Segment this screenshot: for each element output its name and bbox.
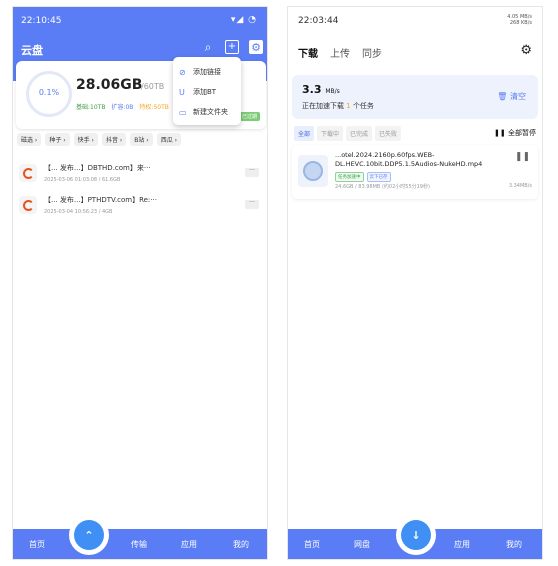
status-badge: 已过期 <box>238 112 260 121</box>
capacity-details: 基础:10TB 扩容:0B 特权:50TB <box>76 102 169 111</box>
tab-upload[interactable]: 上传 <box>330 45 350 60</box>
gear-icon[interactable]: ⚙ <box>520 43 532 58</box>
speed-card: 3.3 MB/s 正在加速下载 1 个任务 🗑 清空 <box>292 75 538 119</box>
menu-label: 添加BT <box>193 88 217 96</box>
file-meta: 2025-03-06 01:03:08 / 61.6GB <box>44 177 121 183</box>
usage-percent: 0.1% <box>38 88 60 97</box>
special-capacity: 特权:50TB <box>139 104 169 111</box>
nav-transfer[interactable]: 传输 <box>131 539 147 550</box>
more-icon[interactable]: ··· <box>245 200 259 209</box>
transfer-screen: 22:03:44 4.05 MB/s 268 KB/s 下载 上传 同步 ⚙ 3… <box>287 6 543 560</box>
trash-icon: 🗑 <box>497 92 508 101</box>
speed-description: 正在加速下载 1 个任务 <box>302 101 374 111</box>
status-time: 22:10:45 <box>21 16 62 26</box>
settings-icon[interactable]: ⚙ <box>249 40 263 54</box>
task-progress-meta: 24.6GB / 83.98MB (约02小时55分19秒) <box>335 184 430 190</box>
network-speed: 4.05 MB/s 268 KB/s <box>507 14 532 26</box>
chip-douyin[interactable]: 抖音 › <box>101 133 127 146</box>
transfer-tabs: 下载 上传 同步 <box>298 45 382 60</box>
accel-badge: 任务加速中 <box>335 172 364 182</box>
usage-ring: 0.1% <box>26 71 72 117</box>
video-thumbnail-icon <box>298 155 328 187</box>
basic-capacity: 基础:10TB <box>76 104 106 111</box>
link-icon: ⊘ <box>179 67 186 77</box>
download-icon: ↓ <box>401 520 431 550</box>
status-icons: ▾◢ ◔ <box>230 15 257 25</box>
search-icon[interactable]: ⌕ <box>201 40 215 54</box>
chip-kuaishou[interactable]: 快手 › <box>73 133 98 146</box>
file-type-icon <box>19 196 37 214</box>
tab-download[interactable]: 下载 <box>298 45 318 60</box>
tab-sync[interactable]: 同步 <box>362 45 382 60</box>
filter-completed[interactable]: 已完成 <box>346 126 373 141</box>
add-icon[interactable]: + <box>225 40 239 54</box>
filter-downloading[interactable]: 下载中 <box>317 126 344 141</box>
task-count: 1 <box>346 102 351 110</box>
expand-capacity: 扩容:0B <box>111 104 134 111</box>
cloud-icon: ⌃ <box>74 520 104 550</box>
status-time: 22:03:44 <box>298 16 339 26</box>
download-fab-button[interactable]: ↓ <box>396 515 436 555</box>
menu-label: 添加链接 <box>193 68 221 76</box>
filter-tabs: 全部 下载中 已完成 已失败 <box>294 126 402 141</box>
menu-add-link[interactable]: ⊘ 添加链接 <box>173 62 241 82</box>
menu-add-bt[interactable]: U 添加BT <box>173 82 241 102</box>
file-type-icon <box>19 164 37 182</box>
cloud-fab-button[interactable]: ⌃ <box>69 515 109 555</box>
bottom-nav: 首页 网盘 ↓ 应用 我的 <box>288 515 542 559</box>
filter-failed[interactable]: 已失败 <box>375 126 402 141</box>
chip-magnet[interactable]: 磁选 › <box>17 133 42 146</box>
task-rate: 3.34MB/s <box>508 183 532 189</box>
desc-suffix: 个任务 <box>352 102 374 110</box>
speed-value: 3.3 MB/s <box>302 83 340 96</box>
filter-all[interactable]: 全部 <box>294 126 315 141</box>
task-badges: 任务加速中 云下已存 <box>335 172 391 182</box>
nav-apps[interactable]: 应用 <box>454 539 470 550</box>
pause-all-button[interactable]: ❚❚ 全部暂停 <box>494 128 536 138</box>
speed-number: 3.3 <box>302 83 322 96</box>
chip-bilibili[interactable]: B站 › <box>130 133 153 146</box>
nav-apps[interactable]: 应用 <box>181 539 197 550</box>
task-name: ...otel.2024.2160p.60fps.WEB-DL.HEVC.10b… <box>335 151 483 168</box>
total-capacity: /60TB <box>141 82 165 91</box>
chip-seed[interactable]: 种子 › <box>45 133 70 146</box>
more-icon[interactable]: ··· <box>245 168 259 177</box>
page-title: 云盘 <box>21 44 43 57</box>
list-item[interactable]: 【... 发布...】PTHDTV.com】Re:··· 2025-03-04 … <box>19 193 263 221</box>
menu-label: 新建文件夹 <box>193 108 228 116</box>
download-task[interactable]: ...otel.2024.2160p.60fps.WEB-DL.HEVC.10b… <box>292 145 538 199</box>
add-menu: ⊘ 添加链接 U 添加BT ▭ 新建文件夹 <box>173 57 241 125</box>
cloud-badge: 云下已存 <box>366 172 391 182</box>
nav-mine[interactable]: 我的 <box>233 539 249 550</box>
file-meta: 2025-03-04 10:56:23 / 4GB <box>44 209 113 215</box>
nav-home[interactable]: 首页 <box>304 539 320 550</box>
nav-disk[interactable]: 网盘 <box>354 539 370 550</box>
file-name: 【... 发布...】PTHDTV.com】Re:··· <box>44 196 157 204</box>
speed-unit: MB/s <box>325 88 340 95</box>
chip-xigua[interactable]: 西瓜 › <box>156 133 181 146</box>
pause-icon[interactable]: ❚❚ <box>515 152 530 162</box>
menu-new-folder[interactable]: ▭ 新建文件夹 <box>173 102 241 122</box>
list-item[interactable]: 【... 发布...】DBTHD.com】来··· 2025-03-06 01:… <box>19 161 263 189</box>
bottom-nav: 首页 ⌃ 传输 应用 我的 <box>13 515 267 559</box>
folder-icon: ▭ <box>179 107 187 117</box>
desc-prefix: 正在加速下载 <box>302 102 344 110</box>
nav-mine[interactable]: 我的 <box>506 539 522 550</box>
clear-label: 清空 <box>510 92 526 101</box>
clear-button[interactable]: 🗑 清空 <box>497 91 526 102</box>
magnet-icon: U <box>179 87 185 97</box>
cloud-drive-screen: 22:10:45 ▾◢ ◔ 云盘 ⌕ + ⚙ 0.1% 28.06GB /60T… <box>12 6 268 560</box>
file-name: 【... 发布...】DBTHD.com】来··· <box>44 164 151 172</box>
used-capacity: 28.06GB <box>76 77 143 93</box>
net-down: 268 KB/s <box>509 20 532 26</box>
header-actions: ⌕ + ⚙ <box>201 40 263 54</box>
category-chips: 磁选 › 种子 › 快手 › 抖音 › B站 › 西瓜 › <box>17 133 181 146</box>
nav-home[interactable]: 首页 <box>29 539 45 550</box>
